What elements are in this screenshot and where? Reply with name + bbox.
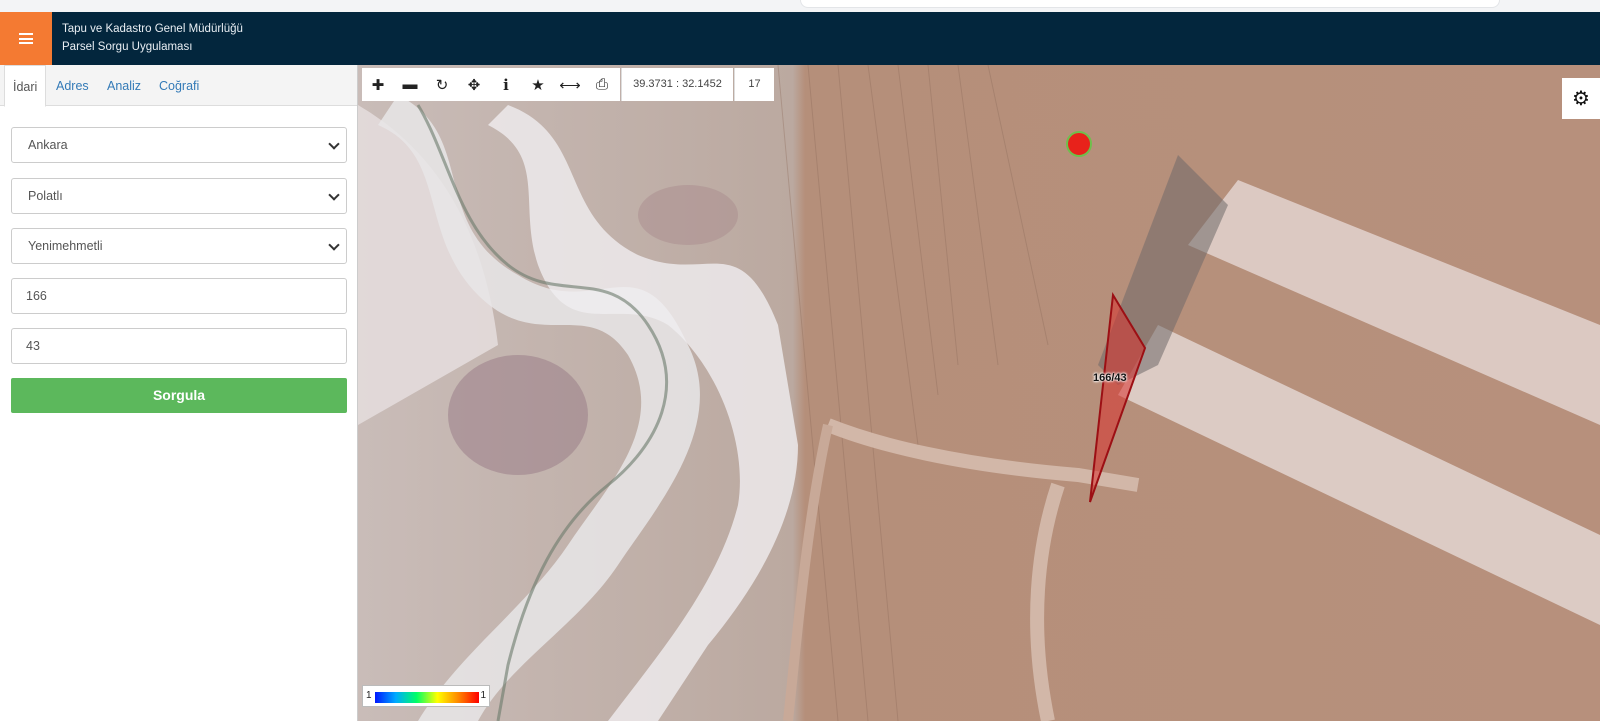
app-header: Tapu ve Kadastro Genel Müdürlüğü Parsel … bbox=[0, 12, 1600, 65]
tab-idari[interactable]: İdari bbox=[4, 65, 47, 107]
coordinate-readout: 39.3731 : 32.1452 bbox=[621, 68, 733, 101]
chevron-down-icon bbox=[328, 239, 340, 251]
legend-color-ramp bbox=[375, 692, 479, 703]
zoom-level: 17 bbox=[734, 68, 774, 101]
parsel-input[interactable]: 43 bbox=[11, 328, 347, 364]
ilce-select[interactable]: Polatlı bbox=[11, 178, 347, 214]
app-title-line1: Tapu ve Kadastro Genel Müdürlüğü bbox=[62, 23, 243, 35]
favorite-icon[interactable]: ★ bbox=[522, 68, 554, 101]
ilce-select-value: Polatlı bbox=[28, 189, 63, 203]
measure-icon[interactable]: ⟷ bbox=[554, 68, 586, 101]
parcel-label: 166/43 bbox=[1093, 372, 1127, 384]
color-legend: 1 1 bbox=[362, 685, 490, 707]
refresh-icon[interactable]: ↻ bbox=[426, 68, 458, 101]
print-icon[interactable]: ⎙ bbox=[586, 68, 618, 101]
browser-top-strip bbox=[0, 0, 1600, 12]
query-sidebar: İdari Adres Analiz Coğrafi Ankara Polatl… bbox=[0, 65, 358, 721]
legend-min: 1 bbox=[366, 690, 372, 701]
parsel-input-value: 43 bbox=[26, 339, 40, 353]
browser-address-area bbox=[800, 0, 1500, 8]
app-title: Tapu ve Kadastro Genel Müdürlüğü Parsel … bbox=[62, 20, 243, 56]
sorgula-button[interactable]: Sorgula bbox=[11, 378, 347, 413]
zoom-out-icon[interactable]: ▬ bbox=[394, 68, 426, 101]
hamburger-icon bbox=[19, 33, 33, 44]
ada-input[interactable]: 166 bbox=[11, 278, 347, 314]
zoom-in-icon[interactable]: ✚ bbox=[362, 68, 394, 101]
legend-max: 1 bbox=[480, 690, 486, 701]
gear-icon[interactable]: ⚙ bbox=[1562, 78, 1600, 119]
chevron-down-icon bbox=[328, 189, 340, 201]
map-view[interactable]: ✚ ▬ ↻ ✥ i ★ ⟷ ⎙ 39.3731 : 32.1452 17 ⚙ 1… bbox=[358, 65, 1600, 721]
app-title-line2: Parsel Sorgu Uygulaması bbox=[62, 41, 193, 53]
map-toolbar: ✚ ▬ ↻ ✥ i ★ ⟷ ⎙ bbox=[362, 68, 620, 101]
tab-bar: İdari Adres Analiz Coğrafi bbox=[0, 65, 357, 107]
info-icon[interactable]: i bbox=[490, 68, 522, 101]
mahalle-select[interactable]: Yenimehmetli bbox=[11, 228, 347, 264]
mahalle-select-value: Yenimehmetli bbox=[28, 239, 103, 253]
pan-icon[interactable]: ✥ bbox=[458, 68, 490, 101]
ada-input-value: 166 bbox=[26, 289, 47, 303]
il-select-value: Ankara bbox=[28, 138, 68, 152]
tab-analiz[interactable]: Analiz bbox=[107, 65, 141, 106]
il-select[interactable]: Ankara bbox=[11, 127, 347, 163]
tab-adres[interactable]: Adres bbox=[56, 65, 89, 106]
chevron-down-icon bbox=[328, 138, 340, 150]
location-marker[interactable] bbox=[1066, 131, 1092, 157]
satellite-imagery bbox=[358, 65, 1600, 721]
menu-button[interactable] bbox=[0, 12, 52, 65]
tab-cografi[interactable]: Coğrafi bbox=[159, 65, 199, 106]
